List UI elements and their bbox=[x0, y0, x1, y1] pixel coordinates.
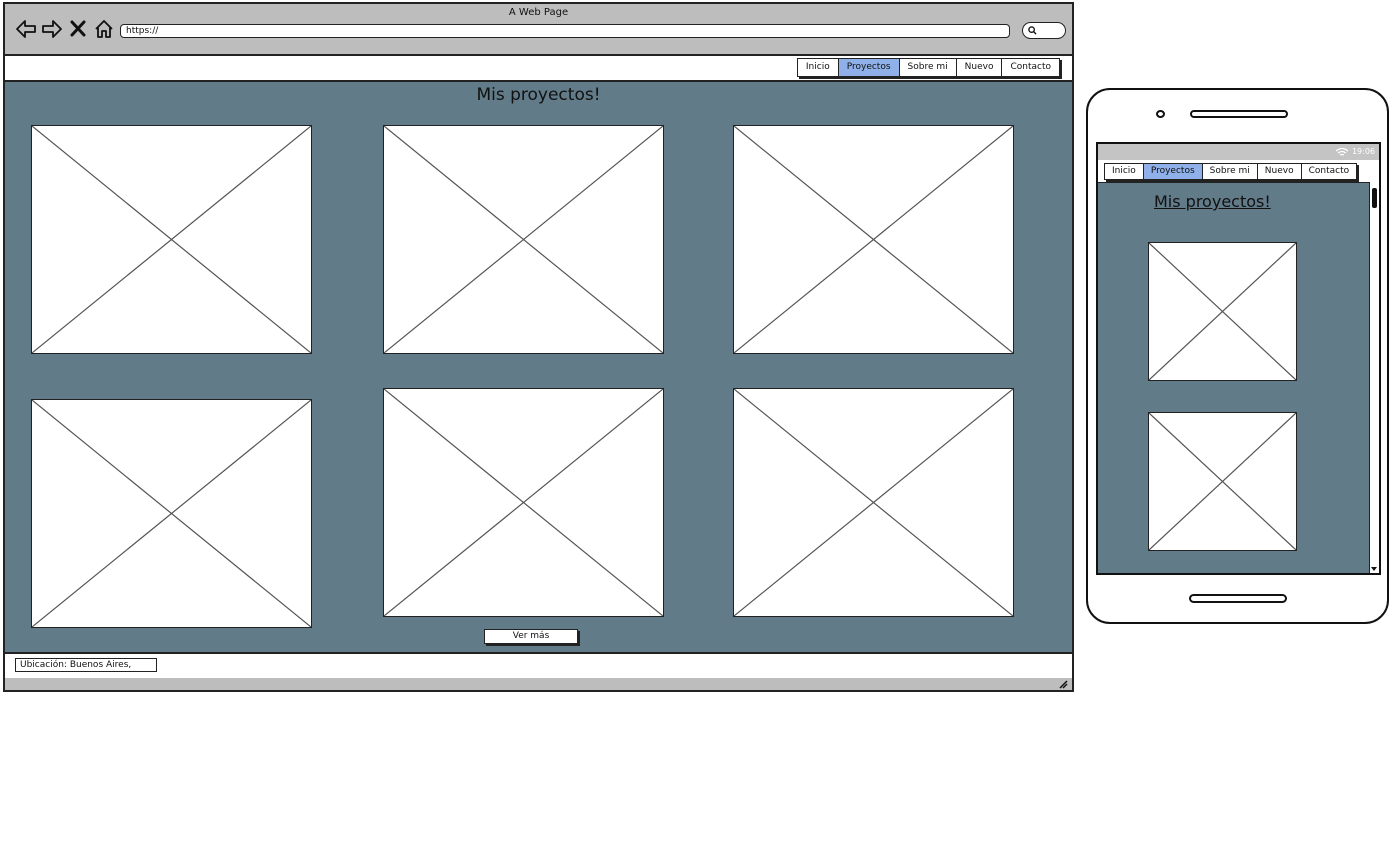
image-placeholder-icon bbox=[1149, 243, 1296, 380]
home-icon[interactable] bbox=[93, 18, 113, 40]
phone-nav-tabs: Inicio Proyectos Sobre mi Nuevo Contacto bbox=[1104, 163, 1358, 180]
tab-contacto[interactable]: Contacto bbox=[1002, 59, 1059, 76]
browser-chrome: A Web Page bbox=[5, 4, 1072, 56]
phone-project-image-placeholder[interactable] bbox=[1148, 242, 1297, 381]
wifi-signal-icon bbox=[1336, 147, 1349, 156]
search-button[interactable] bbox=[1022, 22, 1066, 39]
project-image-placeholder[interactable] bbox=[733, 388, 1014, 617]
phone-clock: 19:06 bbox=[1351, 147, 1375, 156]
phone-tab-nuevo[interactable]: Nuevo bbox=[1257, 164, 1302, 179]
close-x-icon[interactable] bbox=[67, 18, 87, 40]
ver-mas-button[interactable]: Ver más bbox=[484, 629, 578, 644]
phone-tab-contacto[interactable]: Contacto bbox=[1301, 164, 1357, 179]
page-title: Mis proyectos! bbox=[476, 85, 601, 105]
image-placeholder-icon bbox=[1149, 413, 1296, 550]
home-bar[interactable] bbox=[1189, 594, 1287, 603]
tab-nuevo[interactable]: Nuevo bbox=[956, 59, 1003, 76]
nav-tabs: Inicio Proyectos Sobre mi Nuevo Contacto bbox=[796, 58, 1060, 77]
forward-arrow-icon[interactable] bbox=[41, 18, 62, 40]
speaker-slot bbox=[1190, 110, 1288, 118]
phone-tab-proyectos[interactable]: Proyectos bbox=[1143, 164, 1203, 179]
camera-icon bbox=[1156, 110, 1165, 118]
site-navbar: Inicio Proyectos Sobre mi Nuevo Contacto bbox=[5, 56, 1072, 82]
project-image-placeholder[interactable] bbox=[383, 388, 664, 617]
tab-proyectos[interactable]: Proyectos bbox=[838, 59, 900, 76]
image-placeholder-icon bbox=[384, 389, 663, 616]
search-icon bbox=[1028, 26, 1037, 35]
image-placeholder-icon bbox=[384, 126, 663, 353]
project-image-placeholder[interactable] bbox=[31, 399, 312, 628]
status-bar bbox=[5, 678, 1072, 690]
phone-frame: 19:06 Inicio Proyectos Sobre mi Nuevo Co… bbox=[1086, 88, 1389, 624]
back-arrow-icon[interactable] bbox=[15, 18, 36, 40]
phone-project-image-placeholder[interactable] bbox=[1148, 412, 1297, 551]
phone-status-bar: 19:06 bbox=[1098, 144, 1379, 160]
project-image-placeholder[interactable] bbox=[31, 125, 312, 354]
tab-sobre-mi[interactable]: Sobre mi bbox=[899, 59, 957, 76]
tab-inicio[interactable]: Inicio bbox=[797, 59, 839, 76]
scroll-down-arrow-icon[interactable] bbox=[1371, 566, 1377, 572]
image-placeholder-icon bbox=[32, 400, 311, 627]
phone-navbar: Inicio Proyectos Sobre mi Nuevo Contacto bbox=[1098, 160, 1379, 183]
image-placeholder-icon bbox=[32, 126, 311, 353]
browser-window: A Web Page Inicio Proyectos Sobre mi Nue bbox=[3, 2, 1074, 692]
project-image-placeholder[interactable] bbox=[383, 125, 664, 354]
phone-scrollbar[interactable] bbox=[1369, 182, 1379, 573]
scroll-thumb[interactable] bbox=[1372, 188, 1377, 208]
phone-tab-sobre-mi[interactable]: Sobre mi bbox=[1202, 164, 1258, 179]
phone-tab-inicio[interactable]: Inicio bbox=[1105, 164, 1144, 179]
phone-page-title: Mis proyectos! bbox=[1154, 192, 1271, 211]
window-title: A Web Page bbox=[508, 7, 569, 18]
browser-nav-buttons bbox=[15, 18, 113, 40]
image-placeholder-icon bbox=[734, 126, 1013, 353]
location-text: Ubicación: Buenos Aires, bbox=[15, 658, 157, 672]
image-placeholder-icon bbox=[734, 389, 1013, 616]
projects-section: Mis proyectos! Ver más bbox=[5, 82, 1072, 654]
footer: Ubicación: Buenos Aires, bbox=[5, 654, 1072, 680]
project-image-placeholder[interactable] bbox=[733, 125, 1014, 354]
url-input[interactable] bbox=[120, 24, 1010, 38]
resize-handle-icon[interactable] bbox=[1058, 679, 1068, 689]
phone-screen: 19:06 Inicio Proyectos Sobre mi Nuevo Co… bbox=[1096, 142, 1381, 575]
